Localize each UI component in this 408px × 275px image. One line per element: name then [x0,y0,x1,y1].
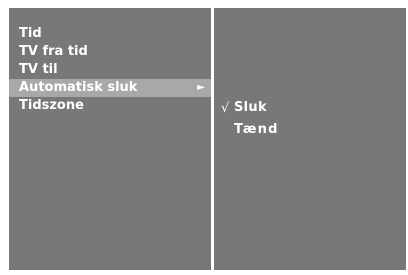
menu-item-automatisk-sluk[interactable]: Automatisk sluk ► [9,79,211,97]
menu-item-label: Tid [19,26,42,41]
menu-item-tv-fra-tid[interactable]: TV fra tid [9,43,211,61]
option-label: Sluk [234,100,267,115]
option-sluk[interactable]: √ Sluk [214,97,406,119]
tv-menu-screen: Tid TV fra tid TV til Automatisk sluk ► … [0,0,408,275]
menu-item-label: Tidszone [19,98,84,113]
check-icon: √ [221,101,230,116]
main-menu-list: Tid TV fra tid TV til Automatisk sluk ► … [9,25,211,115]
menu-item-label: TV fra tid [19,44,88,59]
option-label: Tænd [234,122,279,137]
menu-item-label: Automatisk sluk [19,80,138,95]
menu-item-tidszone[interactable]: Tidszone [9,97,211,115]
right-triangle-icon: ► [197,82,205,93]
submenu-panel: √ Sluk Tænd [214,8,406,270]
submenu-options: √ Sluk Tænd [214,97,406,141]
menu-item-label: TV til [19,62,58,77]
menu-item-tid[interactable]: Tid [9,25,211,43]
main-menu-panel: Tid TV fra tid TV til Automatisk sluk ► … [9,8,211,270]
option-taend[interactable]: Tænd [214,119,406,141]
menu-item-tv-til[interactable]: TV til [9,61,211,79]
